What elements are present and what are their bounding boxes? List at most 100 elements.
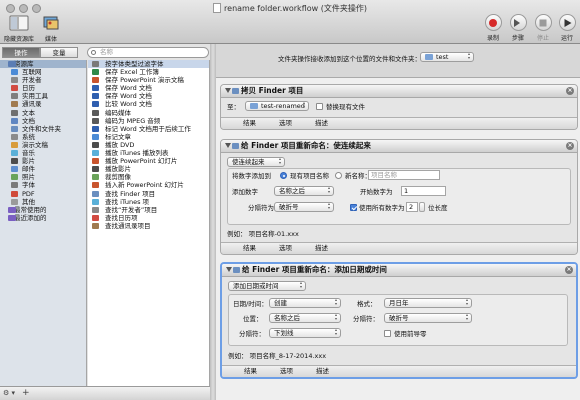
library-item[interactable]: 文本 [0, 109, 86, 117]
rename-mode-popup[interactable]: 添加日期或时间 [228, 281, 306, 291]
leading-zero-checkbox[interactable] [384, 330, 391, 337]
action-item[interactable]: 播放 iTunes 播放列表 [88, 149, 209, 157]
library-item[interactable]: 其他 [0, 198, 86, 206]
rename-datetime-action: 给 Finder 项目重新命名：添加日期或时间 × 添加日期或时间 日期/时间：… [220, 262, 578, 379]
action-item[interactable]: 编码媒体 [88, 109, 209, 117]
library-item[interactable]: 互联网 [0, 68, 86, 76]
separator2-popup[interactable]: 下划线 [269, 328, 341, 338]
action-item[interactable]: 按字体类型过滤字体 [88, 60, 209, 69]
run-button[interactable]: 运行 [555, 14, 579, 42]
library-item[interactable]: 字体 [0, 181, 86, 189]
action-item[interactable]: 保存 Excel 工作簿 [88, 68, 209, 76]
action-header[interactable]: 给 Finder 项目重新命名：添加日期或时间 × [222, 264, 576, 277]
library-item[interactable]: 演示文稿 [0, 141, 86, 149]
format-popup[interactable]: 月日年 [384, 298, 472, 308]
example-text: 例如： 项目名称-01.xxx [227, 230, 299, 238]
hide-library-button[interactable]: 隐藏资源库 [2, 14, 36, 43]
library-item[interactable]: 实用工具 [0, 92, 86, 100]
options-button[interactable]: 选项 [279, 243, 292, 254]
results-button[interactable]: 结果 [244, 366, 257, 377]
library-item[interactable]: 最近添加的 [0, 214, 86, 222]
disclosure-triangle-icon[interactable] [226, 267, 232, 272]
number-position-popup[interactable]: 名称之后 [274, 186, 334, 196]
remove-action-icon[interactable]: × [566, 142, 574, 150]
search-icon [91, 50, 96, 55]
action-item-label: 保存 PowerPoint 演示文稿 [105, 76, 184, 85]
action-item[interactable]: 标记 Word 文档用于后续工作 [88, 125, 209, 133]
replace-existing-checkbox[interactable] [316, 103, 323, 110]
library-item[interactable]: 文档 [0, 117, 86, 125]
action-item-label: 按字体类型过滤字体 [105, 60, 164, 68]
stop-button[interactable]: 停止 [531, 14, 555, 42]
rename-mode-popup[interactable]: 使连续起来 [227, 157, 285, 167]
action-icon [92, 166, 99, 173]
step-button[interactable]: 步骤 [506, 14, 530, 42]
action-header[interactable]: 给 Finder 项目重新命名：使连续起来 × [221, 140, 577, 153]
description-button[interactable]: 描述 [315, 118, 328, 129]
target-folder-popup[interactable]: test [420, 52, 474, 62]
action-item[interactable]: 标记文章 [88, 133, 209, 141]
action-item-label: 比较 Word 文档 [105, 100, 152, 109]
radio-existing-name[interactable] [280, 172, 287, 179]
library-item[interactable]: 邮件 [0, 165, 86, 173]
add-button[interactable]: + [22, 389, 31, 398]
action-item[interactable]: 播放 DVD [88, 141, 209, 149]
library-item[interactable]: 系统 [0, 133, 86, 141]
action-footer: 结果 选项 描述 [221, 117, 577, 129]
action-icon [92, 61, 99, 67]
action-item[interactable]: 查找日历项 [88, 214, 209, 222]
action-item[interactable]: 查找“开发者”项目 [88, 206, 209, 214]
action-item[interactable]: 播放 PowerPoint 幻灯片 [88, 157, 209, 165]
action-item[interactable]: 查找 Finder 项目 [88, 190, 209, 198]
action-item[interactable]: 查找通讯录项目 [88, 222, 209, 230]
action-item[interactable]: 比较 Word 文档 [88, 100, 209, 108]
results-button[interactable]: 结果 [243, 118, 256, 129]
destination-popup[interactable]: test-renamed [245, 101, 309, 111]
library-item[interactable]: 通讯录 [0, 100, 86, 108]
library-item-label: 通讯录 [22, 100, 42, 109]
digits-stepper[interactable] [419, 202, 425, 212]
options-button[interactable]: 选项 [279, 118, 292, 129]
description-button[interactable]: 描述 [315, 243, 328, 254]
library-item[interactable]: PDF [0, 190, 86, 198]
library-item[interactable]: 开发者 [0, 76, 86, 84]
library-item-label: 其他 [22, 197, 35, 206]
library-item[interactable]: 音乐 [0, 149, 86, 157]
library-item[interactable]: 影片 [0, 157, 86, 165]
action-icon [92, 93, 99, 100]
radio-new-name[interactable] [335, 172, 342, 179]
record-button[interactable]: 录制 [481, 14, 505, 42]
action-item[interactable]: 查找 iTunes 项 [88, 198, 209, 206]
separator-popup[interactable]: 破折号 [274, 202, 334, 212]
library-item-label: 系统 [22, 132, 35, 141]
library-item[interactable]: 照片 [0, 173, 86, 181]
action-item[interactable]: 插入新 PowerPoint 幻灯片 [88, 181, 209, 189]
datetime-popup[interactable]: 创建 [269, 298, 341, 308]
automator-window: rename folder.workflow (文件夹操作) 隐藏资源库 媒体 … [0, 0, 580, 400]
separator-popup[interactable]: 破折号 [384, 313, 472, 323]
digits-input[interactable]: 2 [406, 202, 418, 212]
settings-icon[interactable]: ⚙ ▾ [3, 389, 19, 398]
remove-action-icon[interactable]: × [565, 266, 573, 274]
results-button[interactable]: 结果 [243, 243, 256, 254]
category-icon [11, 117, 18, 124]
disclosure-triangle-icon[interactable] [225, 143, 231, 148]
new-name-input[interactable]: 项目名称 [368, 170, 440, 180]
action-icon [92, 206, 99, 213]
action-item[interactable]: 编码为 MPEG 音频 [88, 117, 209, 125]
tab-actions[interactable]: 操作 [2, 47, 40, 58]
start-number-input[interactable]: 1 [401, 186, 446, 196]
disclosure-triangle-icon[interactable] [225, 88, 231, 93]
where-popup[interactable]: 名称之后 [269, 313, 341, 323]
search-input[interactable]: 名称 [87, 47, 209, 58]
remove-action-icon[interactable]: × [566, 87, 574, 95]
options-button[interactable]: 选项 [280, 366, 293, 377]
action-header[interactable]: 拷贝 Finder 项目 × [221, 85, 577, 98]
tab-variables[interactable]: 变量 [40, 47, 78, 58]
library-item[interactable]: 最常使用的 [0, 206, 86, 214]
library-item[interactable]: 资源库 [0, 60, 86, 69]
media-button[interactable]: 媒体 [34, 14, 68, 43]
library-item[interactable]: 文件和文件夹 [0, 125, 86, 133]
description-button[interactable]: 描述 [316, 366, 329, 377]
digits-checkbox[interactable] [350, 204, 357, 211]
